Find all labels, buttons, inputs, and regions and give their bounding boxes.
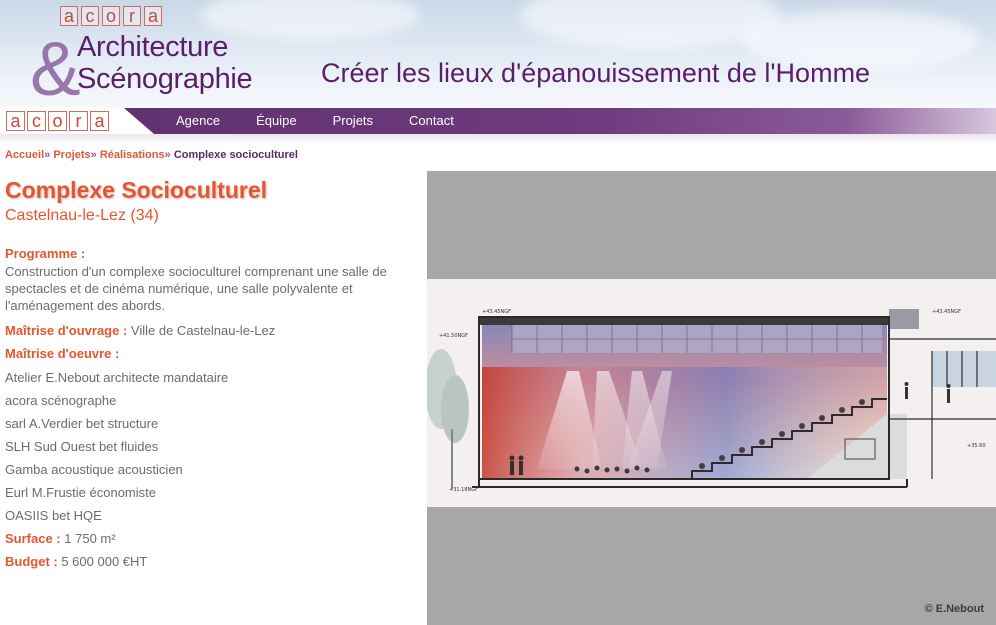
team-item: OASIIS bet HQE <box>5 508 102 523</box>
logo-ampersand: & <box>30 27 81 108</box>
site-header: a c o r a & Architecture Scénographie Cr… <box>0 0 996 108</box>
project-location: Castelnau-le-Lez (34) <box>5 207 159 224</box>
maitrise-ouvrage-label: Maîtrise d'ouvrage : <box>5 323 128 338</box>
nav-item-equipe[interactable]: Équipe <box>238 108 314 134</box>
logo-letter: r <box>123 6 141 26</box>
header-cloud <box>200 0 420 40</box>
nav-item-contact[interactable]: Contact <box>391 108 472 134</box>
team-item: Atelier E.Nebout architecte mandataire <box>5 370 229 385</box>
maitrise-oeuvre-label: Maîtrise d'oeuvre : <box>5 346 120 361</box>
logo-letter: r <box>69 111 88 131</box>
team-item: Eurl M.Frustie économiste <box>5 485 156 500</box>
team-item: Gamba acoustique acousticien <box>5 462 183 477</box>
nav-item-agence[interactable]: Agence <box>160 108 238 134</box>
elevation-tag: +43.45NGF <box>482 309 511 315</box>
section-drawing: +43.45NGF +43.45NGF +41.50NGF +35.60 +31… <box>427 279 996 507</box>
team-item: SLH Sud Ouest bet fluides <box>5 439 159 454</box>
elevation-tag: +43.45NGF <box>932 309 961 315</box>
breadcrumb: Accueil» Projets» Réalisations» Complexe… <box>5 149 298 161</box>
logo-letter: a <box>144 6 162 26</box>
logo-letter: o <box>102 6 120 26</box>
project-image-panel: +43.45NGF +43.45NGF +41.50NGF +35.60 +31… <box>427 171 996 625</box>
maitrise-ouvrage-value: Ville de Castelnau-le-Lez <box>130 323 276 338</box>
brand-title-line2: Scénographie <box>77 63 253 95</box>
photo-credit: © E.Nebout <box>924 603 984 615</box>
logo-letter: o <box>48 111 67 131</box>
nav-shadow <box>0 134 996 144</box>
breadcrumb-projets[interactable]: Projets <box>53 149 90 161</box>
team-item: acora scénographe <box>5 393 117 408</box>
programme-text: Construction d'un complexe socioculturel… <box>5 264 387 313</box>
breadcrumb-separator: » <box>44 149 51 161</box>
surface-value: 1 750 m² <box>64 531 116 546</box>
logo-letter: c <box>81 6 99 26</box>
elevation-tag: +31.18NGF <box>449 487 478 493</box>
tree-icon <box>427 349 469 489</box>
brand-title-line1: Architecture <box>77 31 229 63</box>
breadcrumb-realisations[interactable]: Réalisations <box>100 149 165 161</box>
programme-label: Programme : <box>5 246 86 261</box>
logo-letter: a <box>60 6 78 26</box>
breadcrumb-current: Complexe socioculturel <box>173 149 298 161</box>
site-tagline: Créer les lieux d'épanouissement de l'Ho… <box>321 58 871 88</box>
logo-letter: a <box>6 111 25 131</box>
elevation-tag: +41.50NGF <box>439 333 468 339</box>
breadcrumb-accueil[interactable]: Accueil <box>5 149 44 161</box>
nav-item-projets[interactable]: Projets <box>315 108 391 134</box>
header-logo[interactable]: a c o r a <box>60 6 162 26</box>
budget-label: Budget : <box>5 554 58 569</box>
breadcrumb-separator: » <box>90 149 97 161</box>
breadcrumb-separator: » <box>164 149 171 161</box>
team-item: sarl A.Verdier bet structure <box>5 416 159 431</box>
nav-logo[interactable]: a c o r a <box>0 108 154 134</box>
logo-letter: c <box>27 111 46 131</box>
surface-label: Surface : <box>5 531 61 546</box>
logo-letter: a <box>90 111 109 131</box>
section-drawing-svg: +43.45NGF +43.45NGF +41.50NGF +35.60 +31… <box>427 309 996 493</box>
elevation-tag: +35.60 <box>967 443 986 449</box>
budget-value: 5 600 000 €HT <box>61 554 148 569</box>
project-title: Complexe Socioculturel <box>5 177 268 203</box>
main-navigation: a c o r a Agence Équipe Projets Contact <box>0 108 996 134</box>
